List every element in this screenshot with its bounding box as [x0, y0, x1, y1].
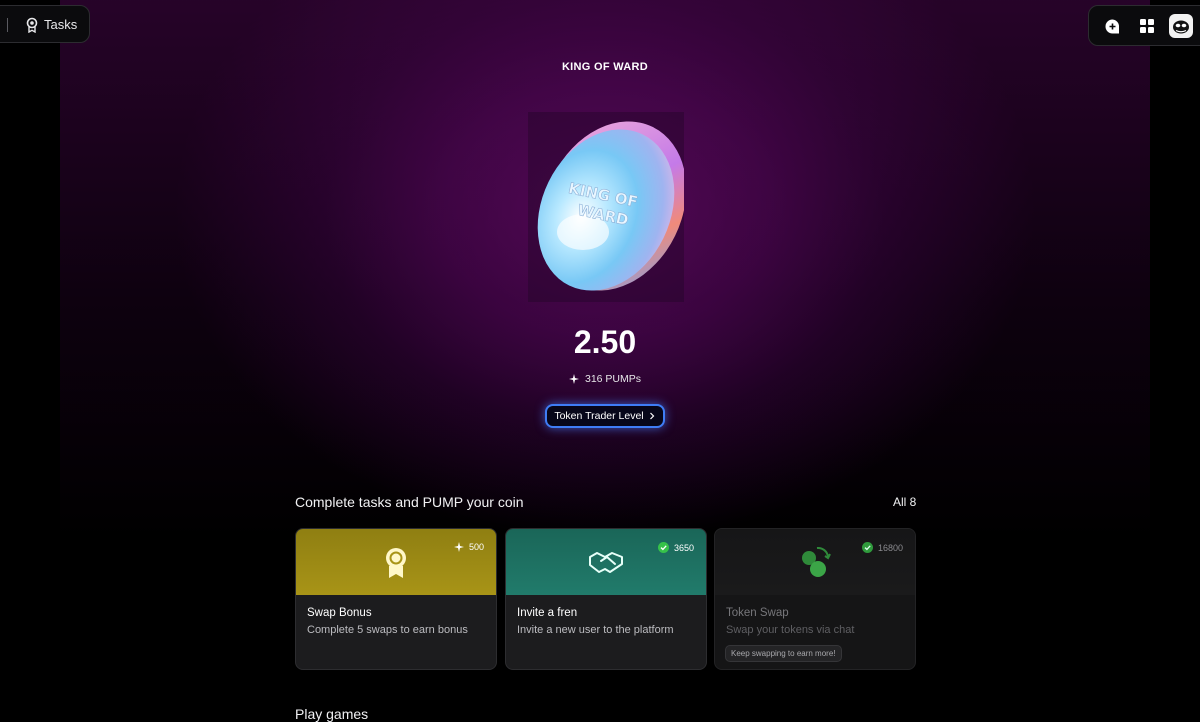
tasks-heading: Complete tasks and PUMP your coin — [295, 494, 524, 510]
token-trader-level-button[interactable]: Token Trader Level — [545, 404, 665, 428]
coin-image: KING OF WARD — [528, 112, 684, 302]
task-reward-value: 16800 — [877, 542, 903, 553]
task-card-invite-fren[interactable]: 3650 Invite a fren Invite a new user to … — [505, 528, 707, 670]
task-card-token-swap[interactable]: 16800 Token Swap Swap your tokens via ch… — [714, 528, 916, 670]
pumps-count: 316 PUMPs — [500, 373, 710, 385]
handshake-icon — [589, 552, 623, 573]
games-heading: Play games — [295, 706, 369, 722]
chat-icon — [1105, 19, 1119, 33]
task-reward-value: 3650 — [673, 542, 694, 553]
task-reward: 3650 — [657, 542, 694, 553]
swap-icon — [802, 546, 831, 577]
badge-icon — [386, 548, 406, 578]
check-circle-icon — [861, 542, 873, 553]
tab-label: Tasks — [44, 17, 78, 32]
task-card-swap-bonus[interactable]: 500 Swap Bonus Complete 5 swaps to earn … — [295, 528, 497, 670]
sparkle-icon — [568, 374, 579, 384]
task-hint-badge: Keep swapping to earn more! — [725, 645, 842, 662]
task-reward: 16800 — [861, 542, 903, 553]
level-label: Token Trader Level — [554, 410, 644, 422]
task-title: Token Swap — [726, 607, 789, 619]
task-reward: 500 — [453, 542, 484, 552]
coin-name: KING OF WARD — [561, 61, 649, 73]
task-title: Invite a fren — [517, 607, 578, 619]
tasks-tab[interactable]: Tasks — [0, 5, 90, 43]
badge-icon — [26, 17, 38, 33]
divider — [7, 18, 8, 32]
task-title: Swap Bonus — [307, 607, 372, 619]
task-description: Invite a new user to the platform — [517, 624, 674, 636]
check-circle-icon — [657, 542, 669, 553]
pumps-label: 316 PUMPs — [584, 373, 642, 385]
chevron-right-icon — [649, 412, 655, 420]
top-toolbar — [1088, 5, 1200, 46]
profile-avatar-button[interactable] — [1169, 14, 1193, 38]
apps-button[interactable] — [1135, 14, 1159, 38]
task-reward-value: 500 — [468, 542, 484, 552]
chat-button[interactable] — [1100, 14, 1124, 38]
grid-icon — [1140, 19, 1154, 33]
task-description: Complete 5 swaps to earn bonus — [307, 624, 468, 636]
coin-value: 2.50 — [573, 324, 637, 360]
avatar-icon — [1173, 20, 1189, 34]
sparkle-icon — [453, 542, 464, 552]
all-tasks-link[interactable]: All 8 — [893, 495, 916, 509]
task-description: Swap your tokens via chat — [726, 624, 855, 636]
